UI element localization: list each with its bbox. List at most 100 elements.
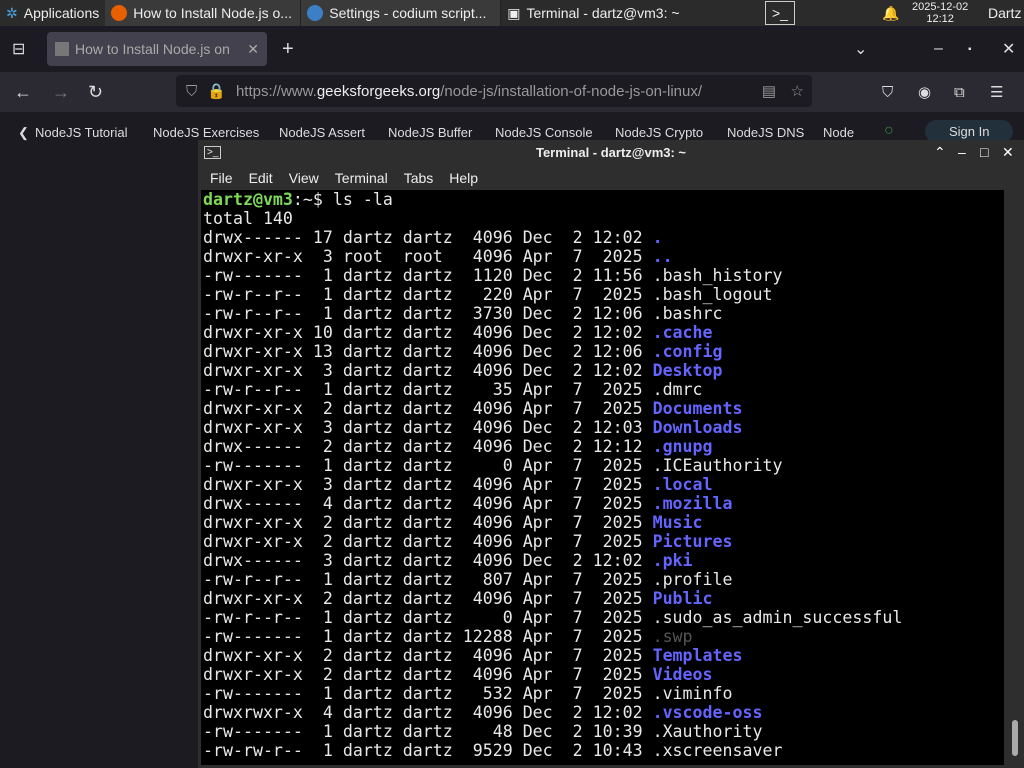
listing-row: drwx------ 2 dartz dartz 4096 Dec 2 12:1… bbox=[203, 437, 1004, 456]
nav-link[interactable]: Node bbox=[823, 125, 854, 140]
back-icon[interactable]: ← bbox=[14, 82, 32, 103]
nav-link[interactable]: NodeJS Buffer bbox=[388, 125, 472, 140]
file-info: drwxr-xr-x 10 dartz dartz 4096 Dec 2 12:… bbox=[203, 323, 653, 342]
shade-button[interactable]: ⌃ bbox=[934, 144, 946, 161]
file-name: Pictures bbox=[652, 532, 733, 551]
menu-icon[interactable]: ☰ bbox=[990, 83, 1003, 101]
file-name: .bash_history bbox=[652, 266, 783, 285]
file-info: drwxr-xr-x 2 dartz dartz 4096 Apr 7 2025 bbox=[203, 399, 653, 418]
maximize-button[interactable]: □ bbox=[980, 144, 988, 160]
close-button[interactable]: ✕ bbox=[1002, 39, 1015, 59]
file-name: .. bbox=[652, 247, 673, 266]
pocket-icon[interactable]: ⛉ bbox=[882, 84, 893, 101]
listing-row: -rw-r--r-- 1 dartz dartz 807 Apr 7 2025 … bbox=[203, 570, 1004, 589]
listing-row: -rw-r--r-- 1 dartz dartz 35 Apr 7 2025 .… bbox=[203, 380, 1004, 399]
listing-row: drwxr-xr-x 2 dartz dartz 4096 Apr 7 2025… bbox=[203, 589, 1004, 608]
nav-link[interactable]: NodeJS Assert bbox=[279, 125, 365, 140]
file-name: .config bbox=[652, 342, 723, 361]
listing-row: drwxr-xr-x 3 dartz dartz 4096 Apr 7 2025… bbox=[203, 475, 1004, 494]
reader-view-icon[interactable]: ▤ bbox=[762, 82, 776, 100]
minimize-button[interactable]: – bbox=[934, 40, 943, 58]
listing-row: -rw------- 1 dartz dartz 0 Apr 7 2025 .I… bbox=[203, 456, 1004, 475]
file-info: drwxr-xr-x 3 dartz dartz 4096 Dec 2 12:0… bbox=[203, 418, 653, 437]
file-info: -rw------- 1 dartz dartz 1120 Dec 2 11:5… bbox=[203, 266, 653, 285]
tab-list-icon[interactable]: ⌄ bbox=[854, 39, 867, 59]
file-info: drwxr-xr-x 3 root root 4096 Apr 7 2025 bbox=[203, 247, 653, 266]
terminal-icon: ▣ bbox=[507, 4, 521, 21]
maximize-button[interactable]: ▪ bbox=[968, 44, 972, 55]
menu-edit[interactable]: Edit bbox=[241, 170, 281, 186]
nav-link[interactable]: NodeJS Tutorial bbox=[35, 125, 128, 140]
show-desktop-button[interactable]: >_ bbox=[765, 1, 795, 25]
file-name: Music bbox=[652, 513, 703, 532]
file-info: drwxr-xr-x 2 dartz dartz 4096 Apr 7 2025 bbox=[203, 646, 653, 665]
listing-row: drwxrwxr-x 4 dartz dartz 4096 Dec 2 12:0… bbox=[203, 703, 1004, 722]
terminal-titlebar[interactable]: >_ Terminal - dartz@vm3: ~ ⌃ – □ ✕ bbox=[198, 140, 1024, 165]
file-name: Desktop bbox=[652, 361, 723, 380]
browser-tab-strip: ⊟ How to Install Node.js on ✕ + ⌄ – ▪ ✕ bbox=[0, 26, 1024, 72]
file-info: drwxr-xr-x 2 dartz dartz 4096 Apr 7 2025 bbox=[203, 532, 653, 551]
listing-row: drwxr-xr-x 3 dartz dartz 4096 Dec 2 12:0… bbox=[203, 418, 1004, 437]
file-info: -rw-r--r-- 1 dartz dartz 3730 Dec 2 12:0… bbox=[203, 304, 653, 323]
codium-icon bbox=[307, 5, 324, 21]
close-tab-icon[interactable]: ✕ bbox=[247, 41, 259, 58]
menu-tabs[interactable]: Tabs bbox=[396, 170, 442, 186]
nav-link[interactable]: NodeJS Crypto bbox=[615, 125, 703, 140]
file-name: Downloads bbox=[652, 418, 743, 437]
listing-row: -rw-r--r-- 1 dartz dartz 0 Apr 7 2025 .s… bbox=[203, 608, 1004, 627]
taskbar-window-browser[interactable]: How to Install Node.js o... bbox=[105, 0, 302, 26]
file-name: .Xauthority bbox=[652, 722, 763, 741]
listing-row: drwxr-xr-x 13 dartz dartz 4096 Dec 2 12:… bbox=[203, 342, 1004, 361]
tab-active[interactable]: How to Install Node.js on ✕ bbox=[47, 32, 267, 66]
file-name: .bashrc bbox=[652, 304, 723, 323]
file-info: -rw------- 1 dartz dartz 532 Apr 7 2025 bbox=[203, 684, 653, 703]
file-name: .profile bbox=[652, 570, 733, 589]
terminal-menubar: File Edit View Terminal Tabs Help bbox=[198, 165, 1024, 190]
scrollbar[interactable] bbox=[1012, 720, 1018, 756]
listing-row: drwx------ 3 dartz dartz 4096 Dec 2 12:0… bbox=[203, 551, 1004, 570]
listing-row: drwxr-xr-x 3 dartz dartz 4096 Dec 2 12:0… bbox=[203, 361, 1004, 380]
menu-help[interactable]: Help bbox=[441, 170, 486, 186]
file-name: Public bbox=[652, 589, 713, 608]
taskbar-window-terminal[interactable]: ▣ Terminal - dartz@vm3: ~ bbox=[501, 0, 701, 26]
listing-row: -rw------- 1 dartz dartz 12288 Apr 7 202… bbox=[203, 627, 1004, 646]
navigation-toolbar: ← → ↻ ⛉ 🔒 https://www.geeksforgeeks.org/n… bbox=[0, 72, 1024, 112]
forward-icon[interactable]: → bbox=[52, 82, 70, 103]
menu-view[interactable]: View bbox=[281, 170, 327, 186]
file-info: drwxrwxr-x 4 dartz dartz 4096 Dec 2 12:0… bbox=[203, 703, 653, 722]
reload-icon[interactable]: ↻ bbox=[88, 82, 103, 103]
scroll-left-icon[interactable]: ❮ bbox=[18, 125, 29, 141]
terminal-output[interactable]: dartz@vm3:~$ ls -la total 140 drwx------ 1… bbox=[201, 190, 1004, 765]
notification-bell-icon[interactable]: 🔔 bbox=[882, 5, 899, 22]
file-info: -rw-r--r-- 1 dartz dartz 807 Apr 7 2025 bbox=[203, 570, 653, 589]
url-bar[interactable]: ⛉ 🔒 https://www.geeksforgeeks.org/node-js… bbox=[176, 75, 812, 107]
nav-link[interactable]: NodeJS Console bbox=[495, 125, 593, 140]
total-line: total 140 bbox=[203, 209, 293, 228]
extensions-icon[interactable]: ⧉ bbox=[954, 84, 965, 101]
file-name: . bbox=[652, 228, 663, 247]
user-menu[interactable]: Dartz bbox=[988, 5, 1021, 21]
listing-row: -rw-r--r-- 1 dartz dartz 220 Apr 7 2025 … bbox=[203, 285, 1004, 304]
file-name: .xscreensaver bbox=[652, 741, 783, 760]
bookmark-star-icon[interactable]: ☆ bbox=[791, 82, 804, 100]
tab-overview-icon[interactable]: ⊟ bbox=[12, 39, 25, 59]
menu-terminal[interactable]: Terminal bbox=[327, 170, 396, 186]
taskbar-window-codium[interactable]: Settings - codium script... bbox=[301, 0, 502, 26]
applications-menu[interactable]: ✲ Applications bbox=[0, 0, 105, 26]
url-text[interactable]: https://www.geeksforgeeks.org/node-js/in… bbox=[236, 83, 702, 100]
close-button[interactable]: ✕ bbox=[1002, 144, 1014, 161]
listing-row: drwxr-xr-x 2 dartz dartz 4096 Apr 7 2025… bbox=[203, 513, 1004, 532]
listing-row: drwxr-xr-x 2 dartz dartz 4096 Apr 7 2025… bbox=[203, 532, 1004, 551]
nav-link[interactable]: NodeJS Exercises bbox=[153, 125, 259, 140]
minimize-button[interactable]: – bbox=[958, 144, 966, 160]
new-tab-button[interactable]: + bbox=[282, 38, 294, 61]
account-icon[interactable]: ◉ bbox=[918, 83, 931, 101]
search-icon[interactable]: ○ bbox=[884, 122, 894, 140]
file-name: Documents bbox=[652, 399, 743, 418]
file-name: Templates bbox=[652, 646, 743, 665]
menu-file[interactable]: File bbox=[202, 170, 241, 186]
file-info: -rw-r--r-- 1 dartz dartz 0 Apr 7 2025 bbox=[203, 608, 653, 627]
nav-link[interactable]: NodeJS DNS bbox=[727, 125, 804, 140]
taskbar: ✲ Applications How to Install Node.js o..… bbox=[0, 0, 1024, 26]
clock[interactable]: 2025-12-02 12:12 bbox=[912, 1, 968, 25]
